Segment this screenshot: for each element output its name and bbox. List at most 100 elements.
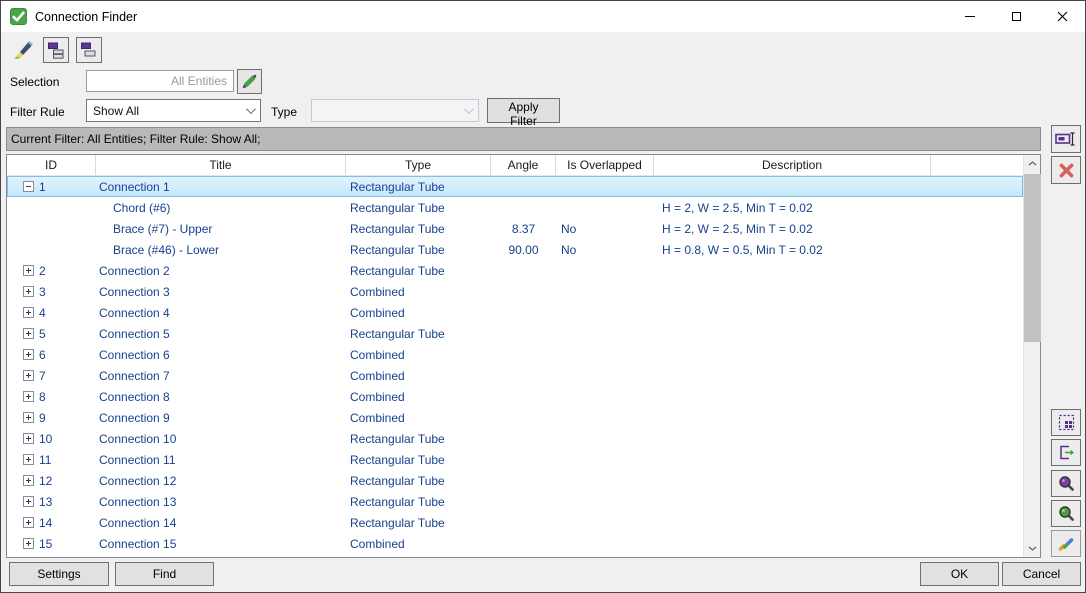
table-row[interactable]: 13Connection 13Rectangular Tube [7,491,1023,512]
table-row[interactable]: Brace (#7) - UpperRectangular Tube8.37No… [7,218,1023,239]
cell-type: Rectangular Tube [346,197,491,218]
apply-filter-button[interactable]: Apply Filter [487,98,560,123]
cell-description [654,407,931,428]
select-on-model-button[interactable] [1051,409,1081,436]
column-header-angle[interactable]: Angle [491,155,556,175]
table-row[interactable]: 15Connection 15Combined [7,533,1023,554]
export-icon [1058,444,1075,461]
results-chart-icon [1057,535,1075,553]
table-row[interactable]: 1Connection 1Rectangular Tube [7,176,1023,197]
expand-icon[interactable] [23,433,34,444]
find-button[interactable]: Find [115,562,214,586]
cell-description [654,491,931,512]
cell-title: Connection 1 [96,176,346,197]
selection-input[interactable] [86,70,234,92]
cell-id [7,197,96,218]
scroll-down-button[interactable] [1024,540,1041,557]
filter-rule-dropdown[interactable]: Show All [86,99,261,122]
highlight-brush-button[interactable] [10,37,36,63]
table-row[interactable]: Chord (#6)Rectangular TubeH = 2, W = 2.5… [7,197,1023,218]
cell-overlapped [556,365,654,386]
expand-icon[interactable] [23,496,34,507]
cancel-button[interactable]: Cancel [1002,562,1081,586]
minimize-button[interactable] [947,1,993,32]
table-row[interactable]: 3Connection 3Combined [7,281,1023,302]
settings-button[interactable]: Settings [9,562,109,586]
table-row[interactable]: 9Connection 9Combined [7,407,1023,428]
cell-description [654,428,931,449]
cell-title: Connection 15 [96,533,346,554]
cell-overlapped [556,407,654,428]
table-row[interactable]: 4Connection 4Combined [7,302,1023,323]
table-row[interactable]: 2Connection 2Rectangular Tube [7,260,1023,281]
expand-icon[interactable] [23,412,34,423]
maximize-icon [1012,12,1021,21]
collapse-all-button[interactable] [76,37,102,63]
expand-icon[interactable] [23,307,34,318]
expand-icon[interactable] [23,517,34,528]
table-row[interactable]: Brace (#46) - LowerRectangular Tube90.00… [7,239,1023,260]
table-row[interactable]: 8Connection 8Combined [7,386,1023,407]
cell-title: Brace (#7) - Upper [96,218,346,239]
close-button[interactable] [1039,1,1085,32]
table-row[interactable]: 11Connection 11Rectangular Tube [7,449,1023,470]
show-results-button[interactable] [1051,530,1081,557]
table-row[interactable]: 5Connection 5Rectangular Tube [7,323,1023,344]
table-row[interactable]: 7Connection 7Combined [7,365,1023,386]
vertical-scrollbar[interactable] [1023,155,1040,557]
expand-icon[interactable] [23,265,34,276]
ok-button[interactable]: OK [920,562,999,586]
expand-icon[interactable] [23,328,34,339]
expand-icon[interactable] [23,286,34,297]
cell-title: Connection 8 [96,386,346,407]
zoom-purple-button[interactable] [1051,470,1081,497]
expand-icon[interactable] [23,538,34,549]
filter-rule-label: Filter Rule [10,105,65,119]
table-row[interactable]: 6Connection 6Combined [7,344,1023,365]
export-button[interactable] [1051,439,1081,466]
column-header-description[interactable]: Description [654,155,931,175]
cell-angle [491,260,556,281]
cell-angle [491,407,556,428]
expand-icon[interactable] [23,454,34,465]
table-row[interactable]: 14Connection 14Rectangular Tube [7,512,1023,533]
table-row[interactable]: 12Connection 12Rectangular Tube [7,470,1023,491]
cell-title: Connection 7 [96,365,346,386]
pick-selection-button[interactable] [237,69,262,94]
zoom-green-button[interactable] [1051,500,1081,527]
expand-icon[interactable] [23,349,34,360]
maximize-button[interactable] [993,1,1039,32]
cell-type: Rectangular Tube [346,323,491,344]
cell-description: H = 2, W = 2.5, Min T = 0.02 [654,218,931,239]
cell-overlapped [556,197,654,218]
cell-angle [491,344,556,365]
expand-icon[interactable] [23,391,34,402]
cell-description [654,176,931,197]
current-filter-bar: Current Filter: All Entities; Filter Rul… [6,127,1041,151]
column-header-type[interactable]: Type [346,155,491,175]
scrollbar-thumb[interactable] [1024,174,1041,342]
table-row[interactable]: 10Connection 10Rectangular Tube [7,428,1023,449]
expand-icon[interactable] [23,475,34,486]
column-header-id[interactable]: ID [7,155,96,175]
column-header-title[interactable]: Title [96,155,346,175]
delete-x-icon [1058,162,1075,179]
delete-button[interactable] [1051,156,1081,184]
cell-title: Brace (#46) - Lower [96,239,346,260]
chevron-down-icon [464,104,474,114]
expand-icon[interactable] [23,370,34,381]
cell-overlapped: No [556,239,654,260]
scroll-up-button[interactable] [1024,155,1041,172]
table-header: ID Title Type Angle Is Overlapped Descri… [7,155,1023,176]
chevron-up-icon [1028,161,1037,166]
collapse-icon[interactable] [23,181,34,192]
cell-type: Combined [346,302,491,323]
expand-all-button[interactable] [43,37,69,63]
cell-type: Rectangular Tube [346,449,491,470]
rename-button[interactable] [1051,125,1081,153]
expand-all-icon [47,41,65,59]
cell-angle [491,281,556,302]
cell-overlapped [556,323,654,344]
toolbar [10,37,102,63]
column-header-overlapped[interactable]: Is Overlapped [556,155,654,175]
